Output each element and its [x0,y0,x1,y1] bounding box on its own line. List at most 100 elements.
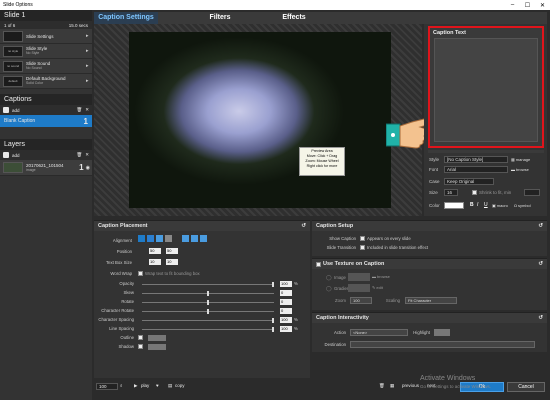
add-layer-button[interactable]: add [12,153,20,158]
outline-checkbox[interactable] [138,335,143,340]
edit-gradient-button[interactable]: ✎ edit [372,284,383,291]
slide-settings-row[interactable]: Slide Settings ▸ [0,29,92,44]
align-right-icon[interactable] [156,235,163,242]
destination-input[interactable] [350,341,535,348]
slider-knob[interactable] [207,300,209,305]
size-input[interactable]: 16 [444,189,458,196]
position-x-input[interactable]: 50 [149,248,161,254]
gradient-radio[interactable]: ◯ [326,286,332,292]
previous-button[interactable]: previous [402,383,419,388]
tab-filters[interactable]: Filters [188,12,252,24]
preview-area[interactable]: Preview Area Move: Click + Drag Zoom: Mo… [94,24,442,216]
highlight-swatch[interactable] [434,329,450,336]
tab-effects[interactable]: Effects [262,12,326,24]
position-y-input[interactable]: 50 [166,248,178,254]
bold-button[interactable]: B [470,202,474,208]
slider-value-input[interactable]: 100 [280,326,292,332]
reset-icon[interactable]: ↺ [301,223,306,229]
slider-track[interactable] [142,318,274,323]
slider-value-input[interactable]: 0 [280,299,292,305]
slider-knob[interactable] [272,282,274,287]
texture-zoom-input[interactable]: 100 [350,297,372,304]
cancel-button[interactable]: Cancel [507,382,545,392]
color-swatch[interactable] [444,202,464,209]
delete-icon[interactable]: 🗑 [379,383,385,389]
add-caption-button[interactable]: add [12,108,20,113]
delete-icon[interactable]: 🗑 [77,107,83,113]
copy-icon[interactable]: ▤ [168,383,172,389]
manage-style-button[interactable]: ▦ manage [511,156,530,163]
caption-text-input[interactable] [434,38,538,142]
slide-sound-row[interactable]: no sound Slide Sound No Sound ▸ [0,59,92,74]
slider-value-input[interactable]: 100 [280,317,292,323]
slide-photo[interactable] [129,32,391,208]
magnifier-icon[interactable]: ⌕ [120,383,123,388]
textbox-width-input[interactable]: 10 [149,259,161,265]
browse-font-button[interactable]: ▬ browse [511,166,529,173]
show-caption-checkbox[interactable] [360,236,365,241]
align-justify-icon[interactable] [165,235,172,242]
valign-top-icon[interactable] [182,235,189,242]
zoom-field[interactable]: 100 [96,383,118,390]
textbox-height-input[interactable]: 10 [166,259,178,265]
delete-icon[interactable]: 🗑 [77,152,83,158]
scaling-select[interactable]: Fit Character [405,297,457,304]
tools-icon[interactable]: ✕ [85,107,89,113]
valign-middle-icon[interactable] [191,235,198,242]
tab-caption-settings[interactable]: Caption Settings [94,12,158,24]
add-caption-icon[interactable] [3,107,9,113]
browse-texture-button[interactable]: ▬ browse [372,273,390,280]
use-texture-checkbox[interactable] [316,261,321,267]
shrink-to-fit-checkbox[interactable] [472,190,477,195]
heart-icon[interactable]: ♥ [156,383,159,388]
slider-knob[interactable] [207,291,209,296]
align-left-icon[interactable] [138,235,145,242]
slider-knob[interactable] [272,318,274,323]
slider-track[interactable] [142,327,274,332]
slider-track[interactable] [142,282,274,287]
reset-icon[interactable]: ↺ [538,315,543,321]
slide-style-row[interactable]: no style Slide Style No Style ▸ [0,44,92,59]
style-select[interactable]: [No Caption Style] [444,156,508,163]
slider-track[interactable] [142,291,274,296]
image-radio[interactable]: ◯ [326,275,332,281]
slider-value-input[interactable]: 100 [280,281,292,287]
slide-duration[interactable]: 15.0 secs [69,23,88,28]
play-button[interactable]: play [141,383,149,388]
shadow-checkbox[interactable] [138,344,143,349]
symbol-button[interactable]: Ωsymbol [514,202,531,209]
shrink-min-input[interactable] [524,189,540,196]
reset-icon[interactable]: ↺ [538,223,543,229]
close-button[interactable]: ✕ [535,0,550,10]
default-background-row[interactable]: default Default Background Solid Color ▸ [0,74,92,89]
tools-icon[interactable]: ✕ [85,152,89,158]
case-select[interactable]: Keep Original [444,178,494,185]
slider-value-input[interactable]: 0 [280,308,292,314]
font-select[interactable]: Arial [444,166,508,173]
slider-track[interactable] [142,300,274,305]
slider-knob[interactable] [272,327,274,332]
eye-icon[interactable]: ◉ [86,165,90,171]
slider-track[interactable] [142,309,274,314]
underline-button[interactable]: U [484,202,488,208]
action-select[interactable]: <None> [350,329,408,336]
caption-list-item[interactable]: Blank Caption 1 [0,115,92,127]
italic-button[interactable]: I [477,202,478,208]
layer-list-item[interactable]: 20170621_101504 image 1 ◉ [0,160,92,176]
play-icon[interactable]: ▶ [134,383,137,389]
slide-transition-checkbox[interactable] [360,245,365,250]
outline-color-swatch[interactable] [148,335,166,341]
valign-bottom-icon[interactable] [200,235,207,242]
word-wrap-checkbox[interactable] [138,271,143,276]
add-layer-icon[interactable] [3,152,9,158]
copy-button[interactable]: copy [175,383,185,388]
shadow-color-swatch[interactable] [148,344,166,350]
maximize-button[interactable]: ☐ [520,0,535,10]
layout-icon[interactable]: ▦ [390,383,394,389]
macro-button[interactable]: ▣ macro [492,202,508,209]
slider-value-input[interactable]: 0 [280,290,292,296]
align-center-icon[interactable] [147,235,154,242]
slider-knob[interactable] [207,309,209,314]
minimize-button[interactable]: – [505,0,520,10]
reset-icon[interactable]: ↺ [538,261,543,267]
